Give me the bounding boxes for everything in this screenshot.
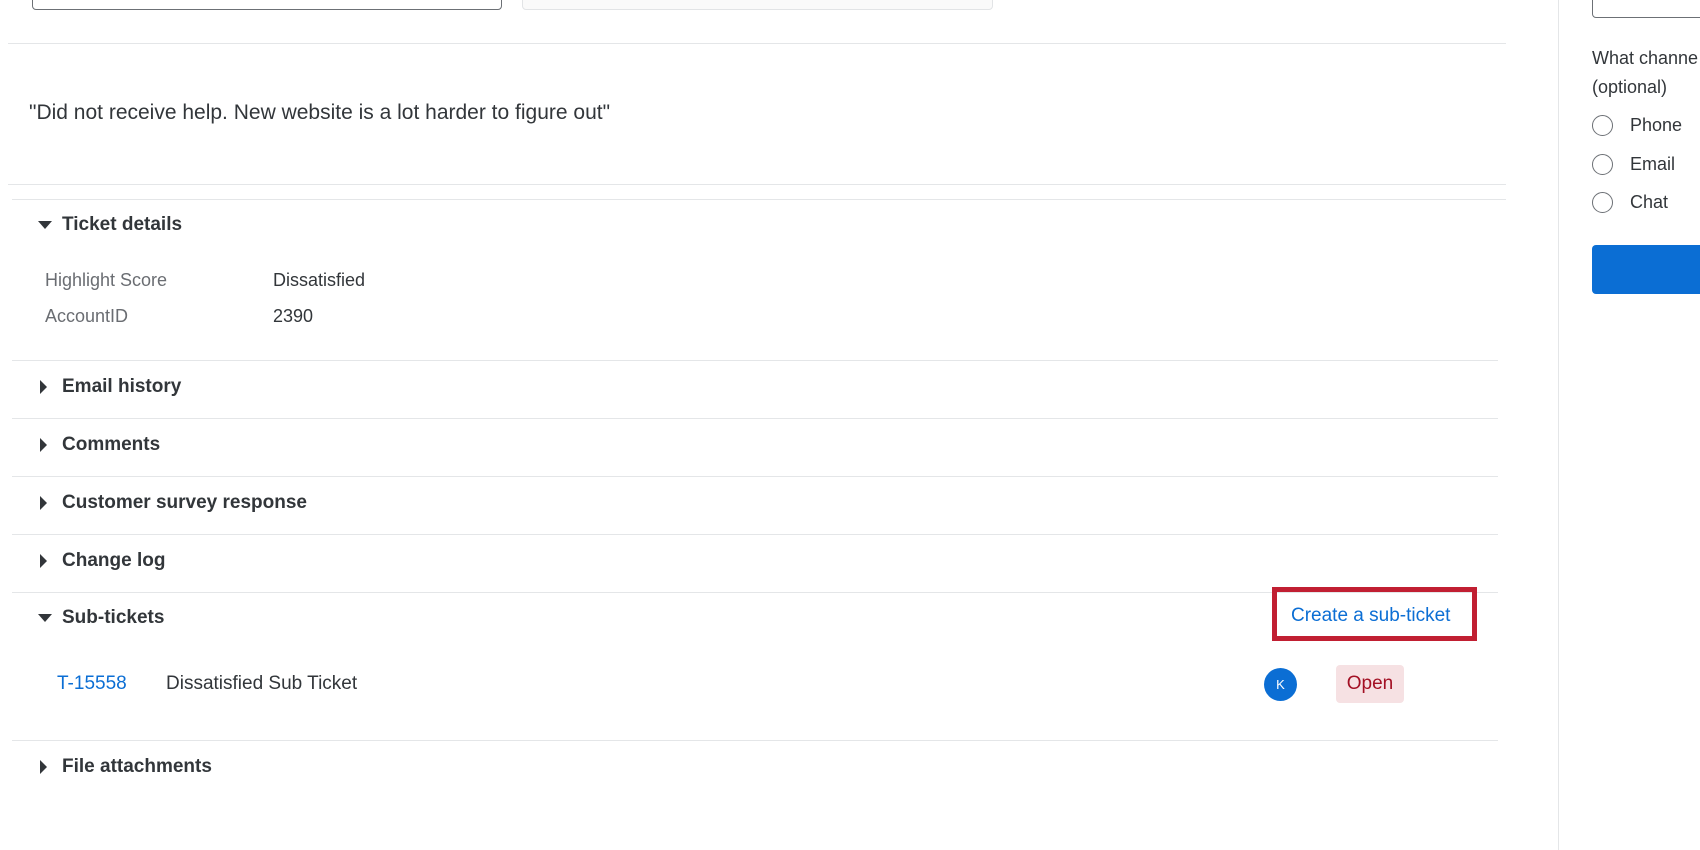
radio-circle-icon[interactable] (1592, 154, 1613, 175)
field-value-highlight-score: Dissatisfied (273, 270, 366, 290)
radio-label: Email (1630, 154, 1676, 174)
section-sub-tickets[interactable]: Sub-tickets (38, 607, 164, 629)
caret-right-icon (38, 552, 56, 570)
section-title: Ticket details (62, 214, 183, 235)
channel-question-line2: (optional) (1592, 77, 1668, 97)
section-ticket-details[interactable]: Ticket details (38, 214, 182, 236)
top-field-right[interactable] (522, 0, 993, 10)
divider (12, 199, 1506, 200)
divider (8, 184, 1506, 185)
section-title: Comments (62, 434, 161, 455)
divider (12, 418, 1498, 419)
radio-label: Phone (1630, 115, 1683, 135)
radio-option-chat[interactable]: Chat (1592, 192, 1668, 213)
caret-right-icon (38, 758, 56, 776)
section-title: File attachments (62, 756, 212, 777)
divider (8, 43, 1506, 44)
divider (12, 534, 1498, 535)
section-title: Change log (62, 550, 166, 571)
section-customer-survey-response[interactable]: Customer survey response (38, 492, 307, 514)
section-change-log[interactable]: Change log (38, 550, 165, 572)
section-comments[interactable]: Comments (38, 434, 160, 456)
caret-down-icon (38, 216, 56, 234)
channel-question-label: What channe (optional) (1592, 44, 1698, 102)
side-input-field[interactable] (1592, 0, 1700, 18)
caret-right-icon (38, 378, 56, 396)
caret-down-icon (38, 609, 56, 627)
section-title: Customer survey response (62, 492, 307, 513)
radio-option-email[interactable]: Email (1592, 154, 1675, 175)
radio-option-phone[interactable]: Phone (1592, 115, 1682, 136)
assignee-avatar[interactable]: K (1264, 668, 1297, 701)
section-file-attachments[interactable]: File attachments (38, 756, 212, 778)
field-label-highlight-score: Highlight Score (45, 270, 168, 290)
divider (12, 740, 1498, 741)
section-title: Email history (62, 376, 182, 397)
create-sub-ticket-link[interactable]: Create a sub-ticket (1291, 605, 1450, 627)
channel-question-line1: What channe (1592, 48, 1699, 68)
caret-right-icon (38, 494, 56, 512)
radio-circle-icon[interactable] (1592, 192, 1613, 213)
side-submit-button[interactable] (1592, 245, 1700, 294)
ticket-main-panel: "Did not receive help. New website is a … (0, 0, 1560, 850)
radio-label: Chat (1630, 192, 1669, 212)
caret-right-icon (38, 436, 56, 454)
field-value-account-id: 2390 (273, 306, 314, 326)
sub-ticket-id-link[interactable]: T-15558 (57, 673, 127, 695)
status-badge[interactable]: Open (1336, 665, 1404, 703)
top-field-left[interactable] (32, 0, 502, 10)
divider (12, 476, 1498, 477)
divider (12, 360, 1498, 361)
section-title: Sub-tickets (62, 607, 165, 628)
sub-ticket-description: Dissatisfied Sub Ticket (166, 673, 358, 694)
section-email-history[interactable]: Email history (38, 376, 181, 398)
field-label-account-id: AccountID (45, 306, 129, 326)
side-panel: What channe (optional) Phone Email Chat (1558, 0, 1700, 850)
radio-circle-icon[interactable] (1592, 115, 1613, 136)
response-quote: "Did not receive help. New website is a … (29, 101, 611, 124)
